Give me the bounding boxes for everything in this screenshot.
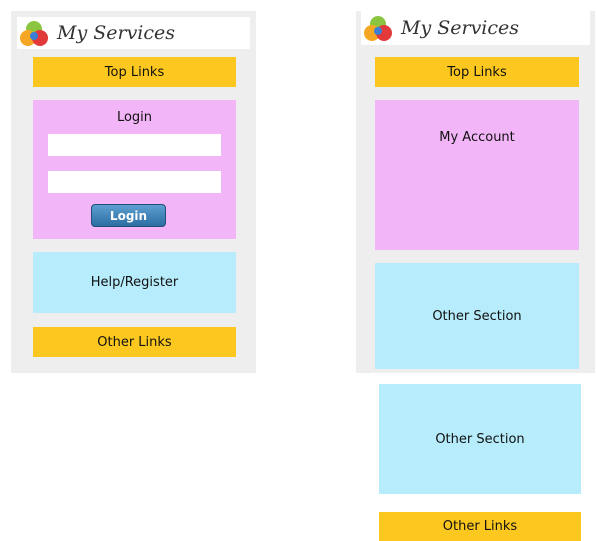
left-header: My Services bbox=[17, 17, 250, 49]
top-links[interactable]: Top Links bbox=[375, 57, 579, 87]
left-screen: My Services Top Links Login Login Help/R… bbox=[11, 11, 256, 373]
services-logo-icon bbox=[364, 16, 392, 41]
app-title: My Services bbox=[57, 22, 176, 44]
services-logo-icon bbox=[20, 21, 48, 46]
app-title: My Services bbox=[401, 17, 520, 39]
login-button[interactable]: Login bbox=[91, 204, 166, 227]
other-section[interactable]: Other Section bbox=[379, 384, 581, 494]
top-links[interactable]: Top Links bbox=[33, 57, 236, 87]
username-input[interactable] bbox=[48, 134, 221, 156]
login-section: Login Login bbox=[33, 100, 236, 239]
password-input[interactable] bbox=[48, 171, 221, 193]
right-screen: My Services Top Links My Account Other S… bbox=[356, 11, 595, 373]
other-links[interactable]: Other Links bbox=[379, 512, 581, 541]
help-register-section[interactable]: Help/Register bbox=[33, 252, 236, 313]
other-section[interactable]: Other Section bbox=[375, 263, 579, 369]
my-account-section[interactable]: My Account bbox=[375, 100, 579, 250]
right-header: My Services bbox=[361, 11, 590, 45]
other-links[interactable]: Other Links bbox=[33, 327, 236, 357]
login-heading: Login bbox=[116, 110, 153, 125]
